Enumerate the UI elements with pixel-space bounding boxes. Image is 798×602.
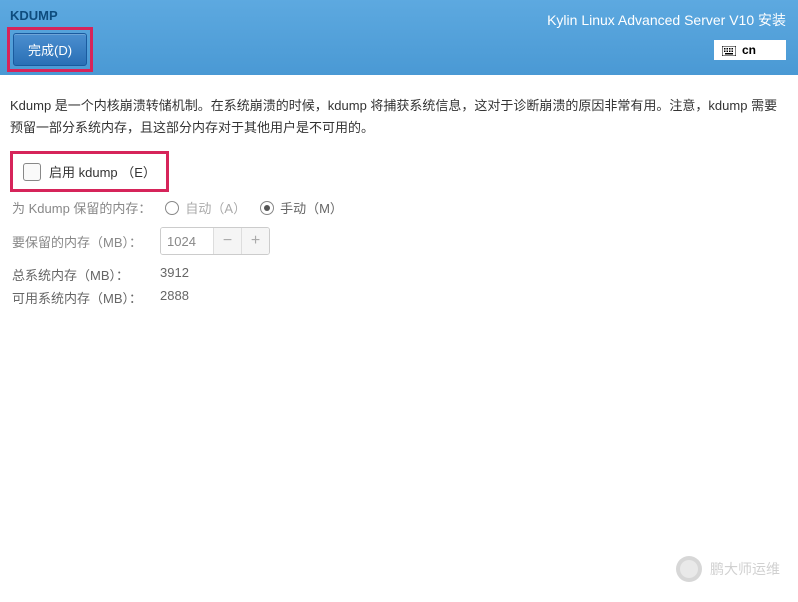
spin-decrease-button[interactable]: − xyxy=(213,228,241,254)
enable-kdump-label: 启用 kdump （E） xyxy=(49,162,156,181)
radio-manual-group[interactable]: 手动（M） xyxy=(260,198,343,217)
keyboard-icon xyxy=(722,45,736,55)
usable-memory-row: 可用系统内存（MB）： 2888 xyxy=(10,288,788,307)
installer-title: Kylin Linux Advanced Server V10 安装 xyxy=(547,10,786,30)
enable-kdump-checkbox[interactable] xyxy=(23,163,41,181)
watermark-icon xyxy=(676,556,702,582)
reserved-memory-label: 为 Kdump 保留的内存： xyxy=(12,198,151,217)
total-memory-value: 3912 xyxy=(160,265,189,284)
reserve-memory-spinner: − + xyxy=(160,227,270,255)
header-bar: KDUMP 完成(D) Kylin Linux Advanced Server … xyxy=(0,0,798,75)
usable-memory-label: 可用系统内存（MB）： xyxy=(12,288,152,307)
header-right: Kylin Linux Advanced Server V10 安装 cn xyxy=(547,10,786,61)
done-button-highlight: 完成(D) xyxy=(7,27,93,72)
total-memory-row: 总系统内存（MB）： 3912 xyxy=(10,265,788,284)
header-left: KDUMP 完成(D) xyxy=(0,0,93,72)
enable-kdump-highlight: 启用 kdump （E） xyxy=(10,151,169,192)
radio-auto[interactable] xyxy=(165,201,179,215)
spin-increase-button[interactable]: + xyxy=(241,228,269,254)
radio-auto-group[interactable]: 自动（A） xyxy=(165,198,246,217)
total-memory-label: 总系统内存（MB）： xyxy=(12,265,152,284)
page-title: KDUMP xyxy=(7,8,93,23)
reserve-memory-label: 要保留的内存（MB）： xyxy=(12,232,152,251)
reserve-memory-input[interactable] xyxy=(161,228,213,254)
kdump-description: Kdump 是一个内核崩溃转储机制。在系统崩溃的时候，kdump 将捕获系统信息… xyxy=(10,95,788,139)
done-button[interactable]: 完成(D) xyxy=(13,33,87,66)
watermark: 鹏大师运维 xyxy=(676,556,780,582)
usable-memory-value: 2888 xyxy=(160,288,189,307)
main-content: Kdump 是一个内核崩溃转储机制。在系统崩溃的时候，kdump 将捕获系统信息… xyxy=(0,75,798,321)
radio-auto-label: 自动（A） xyxy=(185,198,246,217)
reserve-memory-row: 要保留的内存（MB）： − + xyxy=(10,227,788,255)
keyboard-layout-indicator[interactable]: cn xyxy=(714,40,786,60)
radio-manual-label: 手动（M） xyxy=(280,198,343,217)
watermark-text: 鹏大师运维 xyxy=(710,559,780,579)
reserved-memory-row: 为 Kdump 保留的内存： 自动（A） 手动（M） xyxy=(10,198,788,217)
radio-manual[interactable] xyxy=(260,201,274,215)
lang-code: cn xyxy=(742,43,756,57)
